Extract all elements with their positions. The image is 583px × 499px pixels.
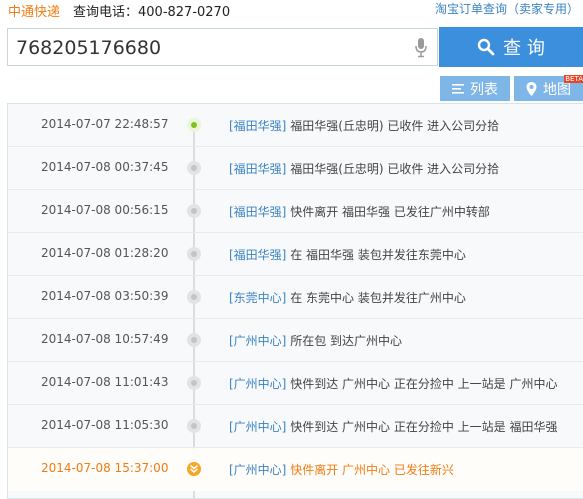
search-button-label: 查 询	[503, 38, 545, 59]
event-description: [福田华强] 在 福田华强 装包并发往东莞中心	[229, 246, 466, 263]
taobao-order-query-link[interactable]: 淘宝订单查询（卖家专用）	[435, 0, 579, 17]
timeline-row: 2014-07-08 03:50:39 [东莞中心] 在 东莞中心 装包并发往广…	[8, 276, 583, 319]
event-description: [广州中心] 快件到达 广州中心 正在分捡中 上一站是 广州中心	[229, 375, 557, 392]
list-icon	[452, 83, 464, 94]
timeline-dot-icon	[187, 290, 201, 304]
timeline-dot-icon	[187, 419, 201, 433]
timeline-row: 2014-07-08 11:01:43 [广州中心] 快件到达 广州中心 正在分…	[8, 362, 583, 405]
event-text: 所在包 到达广州中心	[286, 334, 403, 348]
timeline-dot-icon	[187, 204, 201, 218]
timeline-row: 2014-07-08 10:57:49 [广州中心] 所在包 到达广州中心	[8, 319, 583, 362]
event-time: 2014-07-08 11:05:30	[41, 418, 169, 432]
tab-list[interactable]: 列表	[440, 76, 510, 101]
event-description: [福田华强] 福田华强(丘忠明) 已收件 进入公司分拾	[229, 160, 499, 177]
event-text: 福田华强(丘忠明) 已收件 进入公司分拾	[286, 162, 500, 176]
timeline-dot-icon	[187, 333, 201, 347]
microphone-icon[interactable]	[414, 37, 428, 59]
event-location-link[interactable]: [福田华强]	[229, 248, 286, 262]
event-location-link[interactable]: [广州中心]	[229, 334, 286, 348]
tab-map[interactable]: 地图 BETA	[514, 75, 583, 101]
event-location-link[interactable]: [福田华强]	[229, 205, 286, 219]
timeline-row: 2014-07-08 01:28:20 [福田华强] 在 福田华强 装包并发往东…	[8, 233, 583, 276]
event-description: [福田华强] 福田华强(丘忠明) 已收件 进入公司分拾	[229, 117, 499, 134]
search-button[interactable]: 查 询	[439, 27, 583, 67]
event-location-link[interactable]: [福田华强]	[229, 119, 286, 133]
event-text: 快件到达 广州中心 正在分捡中 上一站是 福田华强	[286, 420, 558, 434]
event-description: [广州中心] 快件离开 广州中心 已发往新兴	[229, 461, 454, 478]
event-text: 快件离开 福田华强 已发往广州中转部	[286, 205, 490, 219]
event-description: [东莞中心] 在 东莞中心 装包并发往广州中心	[229, 289, 466, 306]
beta-badge: BETA	[564, 75, 583, 83]
event-time: 2014-07-07 22:48:57	[41, 117, 169, 131]
event-description: [福田华强] 快件离开 福田华强 已发往广州中转部	[229, 203, 490, 220]
event-location-link[interactable]: [东莞中心]	[229, 291, 286, 305]
timeline-row: 2014-07-08 00:37:45 [福田华强] 福田华强(丘忠明) 已收件…	[8, 147, 583, 190]
event-time: 2014-07-08 15:37:00	[41, 461, 169, 475]
timeline-dot-icon	[187, 161, 201, 175]
event-description: [广州中心] 所在包 到达广州中心	[229, 332, 402, 349]
hotline-text: 查询电话：400-827-0270	[73, 5, 231, 20]
timeline-start-dot-icon	[187, 118, 201, 132]
timeline-row: 2014-07-08 11:05:30 [广州中心] 快件到达 广州中心 正在分…	[8, 405, 583, 448]
event-time: 2014-07-08 00:37:45	[41, 160, 169, 174]
header: 中通快递 查询电话：400-827-0270 淘宝订单查询（卖家专用）	[0, 0, 583, 20]
current-status-chevron-icon	[187, 462, 201, 476]
event-location-link[interactable]: [广州中心]	[229, 420, 286, 434]
event-text: 在 东莞中心 装包并发往广州中心	[286, 291, 466, 305]
event-location-link[interactable]: [广州中心]	[229, 377, 286, 391]
tracking-number-input[interactable]	[14, 35, 398, 61]
event-time: 2014-07-08 00:56:15	[41, 203, 169, 217]
timeline-row: 2014-07-07 22:48:57 [福田华强] 福田华强(丘忠明) 已收件…	[8, 104, 583, 147]
event-description: [广州中心] 快件到达 广州中心 正在分捡中 上一站是 福田华强	[229, 418, 557, 435]
tab-list-label: 列表	[470, 81, 498, 98]
timeline-dot-icon	[187, 376, 201, 390]
brand-logo-text: 中通快递	[8, 5, 61, 20]
event-text: 在 福田华强 装包并发往东莞中心	[286, 248, 466, 262]
tracking-timeline: 2014-07-07 22:48:57 [福田华强] 福田华强(丘忠明) 已收件…	[7, 103, 583, 499]
event-location-link[interactable]: [福田华强]	[229, 162, 286, 176]
timeline-row-current: 2014-07-08 15:37:00 [广州中心] 快件离开 广州中心 已发往…	[8, 448, 583, 491]
timeline-row: 2014-07-08 00:56:15 [福田华强] 快件离开 福田华强 已发往…	[8, 190, 583, 233]
event-text: 福田华强(丘忠明) 已收件 进入公司分拾	[286, 119, 500, 133]
event-time: 2014-07-08 10:57:49	[41, 332, 169, 346]
event-location-link[interactable]: [广州中心]	[229, 463, 286, 477]
search-box	[7, 28, 438, 66]
event-text: 快件离开 广州中心 已发往新兴	[286, 463, 454, 477]
event-time: 2014-07-08 03:50:39	[41, 289, 169, 303]
timeline-dot-icon	[187, 247, 201, 261]
search-icon	[477, 38, 495, 56]
event-time: 2014-07-08 11:01:43	[41, 375, 169, 389]
map-pin-icon	[526, 81, 537, 96]
event-time: 2014-07-08 01:28:20	[41, 246, 169, 260]
event-text: 快件到达 广州中心 正在分捡中 上一站是 广州中心	[286, 377, 558, 391]
